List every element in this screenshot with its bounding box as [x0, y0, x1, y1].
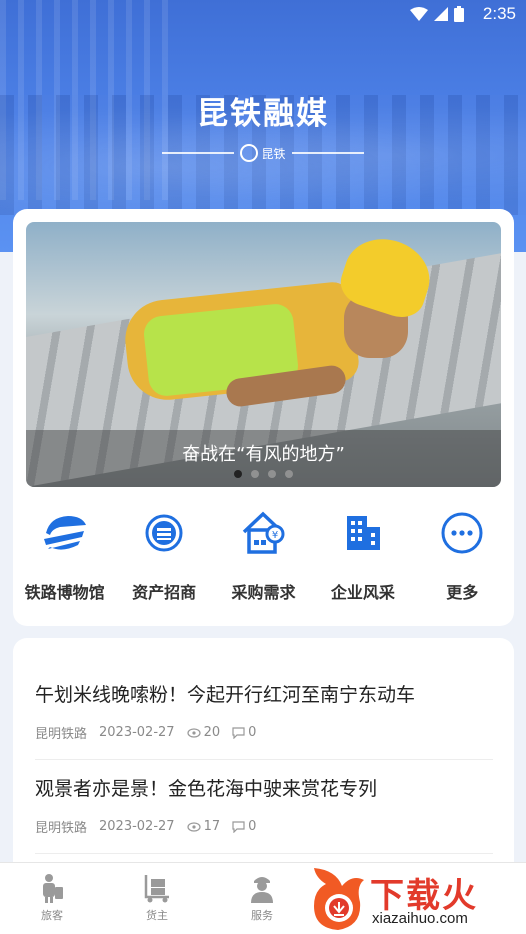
shortcut-railway-museum[interactable]: 铁路博物馆: [17, 509, 113, 609]
news-date: 2023-02-27: [99, 819, 175, 834]
tab-service[interactable]: 服务: [232, 873, 292, 923]
views-icon: [186, 727, 201, 738]
carousel-dot[interactable]: [285, 470, 293, 478]
status-icons: [410, 6, 464, 22]
railway-logo: 昆铁: [240, 144, 286, 162]
watermark: 下载火 xiazaihuo.com: [306, 862, 526, 934]
views-icon: [186, 821, 201, 832]
status-time: 2:35: [482, 4, 516, 23]
carousel-dot[interactable]: [234, 470, 242, 478]
shortcut-asset-investment[interactable]: 资产招商: [116, 509, 212, 609]
comment-icon: [232, 726, 245, 739]
house-yen-icon: ¥: [243, 511, 285, 554]
shortcut-grid: 铁路博物馆 资产招商 ¥ 采购需求 企业风采 更多: [13, 509, 514, 609]
shortcut-more[interactable]: 更多: [414, 509, 510, 609]
news-title: 观景者亦是景！金色花海中驶来赏花专列: [35, 778, 378, 800]
news-item[interactable]: 观景者亦是景！金色花海中驶来赏花专列 昆明铁路 2023-02-27 17 0: [35, 774, 493, 854]
battery-icon: [454, 6, 464, 22]
news-title: 午划米线晚嗦粉！今起开行红河至南宁东动车: [35, 684, 416, 706]
news-list: 午划米线晚嗦粉！今起开行红河至南宁东动车 昆明铁路 2023-02-27 20 …: [13, 638, 514, 878]
flame-logo-icon: [314, 868, 364, 930]
status-bar: 2:35: [0, 0, 526, 28]
watermark-url: xiazaihuo.com: [372, 910, 468, 927]
app-title: 昆铁融媒: [197, 96, 329, 132]
news-item[interactable]: 午划米线晚嗦粉！今起开行红河至南宁东动车 昆明铁路 2023-02-27 20 …: [35, 680, 493, 760]
views-count: 20: [203, 725, 221, 740]
museum-icon: [43, 516, 86, 550]
brand-logo-row: 昆铁: [145, 143, 381, 163]
carousel-indicator: [26, 470, 501, 478]
cargo-icon: [144, 875, 169, 903]
passenger-icon: [43, 874, 63, 903]
views-count: 17: [203, 819, 221, 834]
svg-text:¥: ¥: [272, 530, 278, 541]
comment-count: 0: [248, 819, 257, 834]
news-meta: 昆明铁路 2023-02-27 17 0: [35, 817, 493, 836]
service-icon: [251, 877, 273, 903]
news-source: 昆明铁路: [35, 727, 88, 742]
featured-card: 奋战在“有风的地方” 铁路博物馆 资产招商 ¥ 采购需求 企业风采 更多: [13, 209, 514, 626]
building-icon: [346, 516, 380, 550]
wifi-icon: [410, 7, 428, 21]
news-meta: 昆明铁路 2023-02-27 20 0: [35, 723, 493, 742]
tab-passenger[interactable]: 旅客: [22, 873, 82, 923]
shortcut-procurement[interactable]: ¥ 采购需求: [215, 509, 311, 609]
signal-icon: [434, 7, 448, 21]
coin-icon: [145, 514, 183, 552]
shortcut-corporate-style[interactable]: 企业风采: [315, 509, 411, 609]
carousel-dot[interactable]: [268, 470, 276, 478]
more-icon: [441, 512, 483, 554]
comment-count: 0: [248, 725, 257, 740]
news-date: 2023-02-27: [99, 725, 175, 740]
banner-carousel[interactable]: 奋战在“有风的地方”: [26, 222, 501, 487]
news-source: 昆明铁路: [35, 821, 88, 836]
railway-logo-icon: [240, 144, 259, 162]
banner-caption: 奋战在“有风的地方”: [26, 430, 501, 487]
carousel-dot[interactable]: [251, 470, 259, 478]
comment-icon: [232, 820, 245, 833]
tab-cargo[interactable]: 货主: [127, 873, 187, 923]
